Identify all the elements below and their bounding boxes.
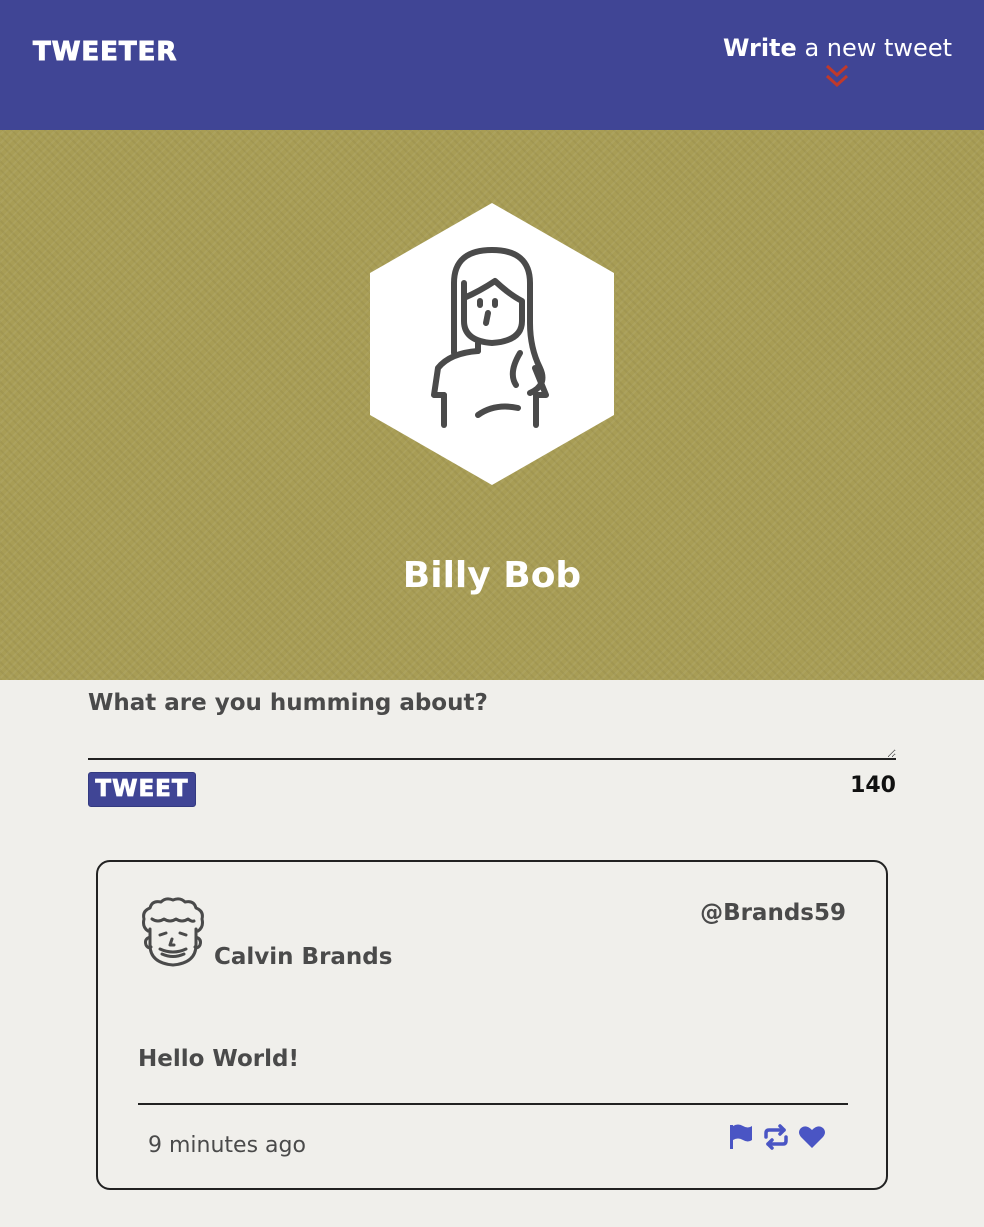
profile-name: Billy Bob (402, 555, 582, 596)
retweet-icon[interactable] (762, 1123, 790, 1151)
tweet-author-handle: @Brands59 (700, 900, 846, 926)
double-chevron-down-icon (826, 64, 849, 88)
tweet-text-input[interactable] (88, 728, 896, 760)
tweet-submit-button[interactable]: TWEET (88, 772, 196, 807)
tweet-timestamp: 9 minutes ago (148, 1133, 306, 1158)
heart-icon[interactable] (798, 1124, 826, 1150)
man-avatar-icon (142, 897, 204, 967)
character-counter: 140 (850, 773, 896, 798)
tweet-content: Hello World! (138, 1046, 299, 1072)
tweet-card: Calvin Brands @Brands59 Hello World! 9 m… (96, 860, 888, 1190)
top-nav: TWEETER Write a new tweet (0, 0, 984, 130)
write-new-tweet-toggle[interactable]: Write a new tweet (723, 34, 952, 88)
brand-logo[interactable]: TWEETER (32, 37, 177, 68)
tweet-actions (728, 1122, 826, 1152)
tweet-author-name: Calvin Brands (214, 944, 393, 970)
compose-bold-text: Write (722, 34, 797, 62)
new-tweet-label: What are you humming about? (88, 690, 488, 716)
tweet-divider (138, 1103, 848, 1105)
compose-rest-text: a new tweet (796, 34, 952, 62)
profile-header: Billy Bob (0, 130, 984, 680)
flag-icon[interactable] (728, 1123, 754, 1151)
profile-avatar (370, 203, 614, 485)
